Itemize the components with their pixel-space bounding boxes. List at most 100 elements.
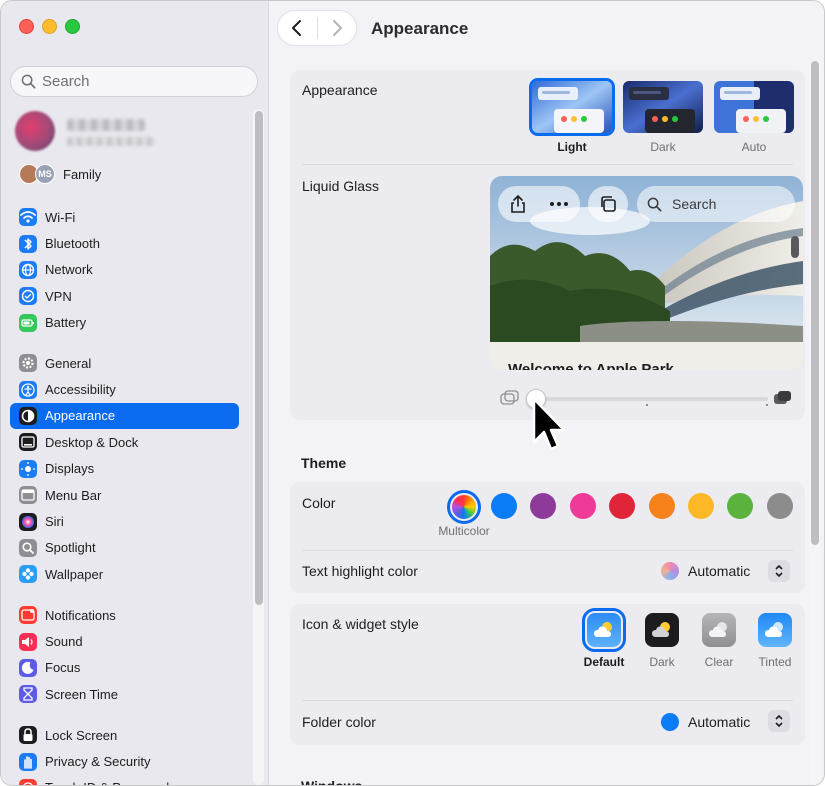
sidebar-item-lock-screen[interactable]: Lock Screen [10, 722, 239, 748]
appearance-label: Appearance [302, 82, 378, 98]
folder-color-popup-button[interactable] [768, 710, 790, 732]
main-scrollbar-thumb[interactable] [811, 61, 819, 545]
slider-tick [646, 404, 648, 406]
main-pane: Appearance Appearance Light Dark Auto Li… [269, 1, 824, 786]
sidebar-item-menu-bar[interactable]: Menu Bar [10, 482, 239, 508]
icon-style-card: Icon & widget style Default Dark Clear T… [290, 604, 805, 745]
sidebar-item-label: Focus [45, 660, 81, 676]
sidebar-item-vpn[interactable]: VPN [10, 283, 239, 309]
history-nav [277, 10, 357, 46]
search-icon [21, 74, 36, 89]
sidebar-item-label: Privacy & Security [45, 754, 151, 770]
siri-icon [19, 512, 37, 531]
preview-search-text: Search [672, 196, 717, 212]
liquid-glass-clear-icon [500, 390, 519, 405]
icon-style-tinted[interactable]: Tinted [745, 613, 805, 669]
menubar-icon [19, 486, 37, 505]
preview-tabs-button [588, 186, 628, 222]
sidebar-item-accessibility[interactable]: Accessibility [10, 376, 239, 402]
sidebar-item-sound[interactable]: Sound [10, 628, 239, 654]
sidebar-scrollbar-thumb[interactable] [255, 111, 263, 605]
more-icon [550, 202, 568, 206]
icon-style-default[interactable]: Default [574, 608, 634, 669]
color-option-swatch[interactable] [569, 493, 596, 519]
chevron-updown-icon [775, 714, 783, 728]
sidebar-search[interactable] [10, 66, 258, 97]
preview-toolbar-group [498, 186, 580, 222]
sidebar-item-wi-fi[interactable]: Wi-Fi [10, 204, 239, 230]
back-button[interactable] [278, 10, 317, 46]
wifi-icon [19, 208, 37, 227]
close-button[interactable] [19, 19, 34, 34]
sidebar-item-family[interactable]: MS Family [19, 163, 101, 185]
divider [302, 164, 793, 165]
highlight-value: Automatic [688, 563, 751, 579]
icon-style-dark[interactable]: Dark [632, 613, 692, 669]
liquid-glass-label: Liquid Glass [302, 178, 380, 194]
color-option-swatch[interactable] [766, 493, 793, 519]
apple-account[interactable] [15, 111, 245, 153]
weather-icon [709, 622, 727, 637]
liquid-glass-slider[interactable] [536, 397, 768, 401]
sidebar-item-label: Spotlight [45, 540, 96, 556]
flower-icon [19, 565, 37, 584]
appearance-option-light[interactable]: Light [529, 78, 615, 154]
preview-search-field: Search [637, 186, 795, 222]
color-option-swatch[interactable] [688, 493, 714, 519]
color-caption: Multicolor [438, 524, 490, 538]
color-option-swatch[interactable] [530, 493, 557, 519]
minimize-button[interactable] [42, 19, 57, 34]
sidebar-item-label: Desktop & Dock [45, 434, 139, 450]
sidebar-item-displays[interactable]: Displays [10, 456, 239, 482]
search-input[interactable] [42, 73, 232, 90]
sidebar-group-network: Wi-Fi Bluetooth Network VPN Battery [10, 204, 239, 336]
sidebar-item-label: Family [63, 166, 102, 182]
sidebar-item-label: Touch ID & Password [45, 780, 169, 785]
icon-style-clear[interactable]: Clear [689, 613, 749, 669]
vpn-icon [19, 287, 37, 306]
forward-button[interactable] [317, 10, 356, 46]
tinted-style-thumbnail [758, 613, 792, 647]
highlight-popup-button[interactable] [768, 560, 790, 582]
zoom-button[interactable] [65, 19, 80, 34]
weather-icon [652, 622, 670, 637]
mouse-pointer-icon [532, 397, 565, 451]
folder-color-dot [661, 713, 679, 731]
sidebar-item-wallpaper[interactable]: Wallpaper [10, 561, 239, 587]
preview-scroll-indicator [791, 236, 799, 258]
folder-color-value: Automatic [688, 714, 751, 730]
default-style-thumbnail [582, 608, 626, 652]
sidebar-item-focus[interactable]: Focus [10, 655, 239, 681]
share-icon [511, 194, 525, 213]
sidebar-item-spotlight[interactable]: Spotlight [10, 535, 239, 561]
weather-icon [594, 622, 612, 637]
windows-heading: Windows [301, 778, 363, 786]
appearance-caption: Dark [650, 140, 676, 154]
appearance-card: Appearance Light Dark Auto Liquid Glass … [290, 70, 805, 420]
sidebar-item-notifications[interactable]: Notifications [10, 602, 239, 628]
hourglass-icon [19, 685, 37, 704]
color-option-swatch[interactable] [648, 493, 675, 519]
sidebar-item-appearance[interactable]: Appearance [10, 402, 239, 430]
appearance-option-dark[interactable]: Dark [623, 81, 703, 154]
theme-card: Color Multicolor Text highlight color Au… [290, 482, 805, 593]
sidebar-item-battery[interactable]: Battery [10, 310, 239, 336]
color-option-swatch[interactable] [727, 493, 754, 519]
sidebar-item-network[interactable]: Network [10, 257, 239, 283]
sidebar-item-siri[interactable]: Siri [10, 508, 239, 534]
color-option-multicolor[interactable] [447, 490, 481, 524]
sidebar-item-screen-time[interactable]: Screen Time [10, 681, 239, 707]
icon-style-label: Icon & widget style [302, 616, 419, 632]
sidebar-item-desktop-dock[interactable]: Desktop & Dock [10, 429, 239, 455]
sidebar-item-label: VPN [45, 288, 72, 304]
color-option-swatch[interactable] [609, 493, 636, 519]
sidebar-item-privacy-security[interactable]: Privacy & Security [10, 748, 239, 774]
divider [302, 550, 793, 551]
sidebar-item-bluetooth[interactable]: Bluetooth [10, 230, 239, 256]
sidebar-item-touch-id-password[interactable]: Touch ID & Password [10, 775, 239, 785]
color-option-swatch[interactable] [491, 493, 517, 519]
divider [302, 700, 793, 701]
sidebar-item-general[interactable]: General [10, 350, 239, 376]
battery-icon [19, 313, 37, 332]
appearance-option-auto[interactable]: Auto [714, 81, 794, 154]
